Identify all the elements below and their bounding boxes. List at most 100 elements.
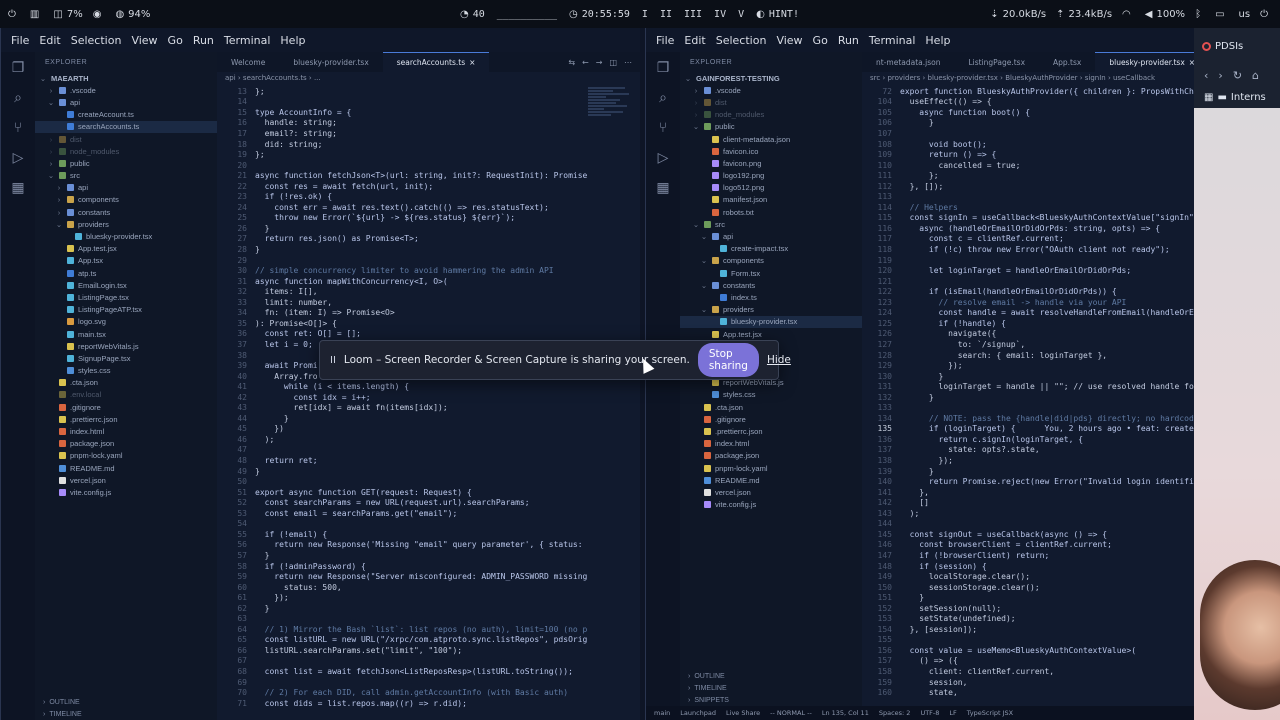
run-debug-icon[interactable]: ▷ (658, 150, 669, 166)
topbar-item[interactable]: ▭ (1215, 9, 1228, 20)
tree-item[interactable]: vite.config.js (680, 499, 862, 511)
tree-item[interactable]: EmailLogin.tsx (35, 279, 217, 291)
tree-item[interactable]: index.html (35, 425, 217, 437)
tree-item[interactable]: .gitignore (35, 401, 217, 413)
tree-item[interactable]: vite.config.js (35, 486, 217, 498)
extensions-icon[interactable]: ▦ (11, 180, 24, 196)
menu-item-help[interactable]: Help (925, 34, 950, 47)
tree-item[interactable]: App.tsx (35, 255, 217, 267)
status-item[interactable]: TypeScript JSX (967, 709, 1013, 717)
tree-item[interactable]: › .vscode (35, 84, 217, 96)
panel-outline[interactable]: › OUTLINE (680, 670, 862, 682)
topbar-item[interactable]: ⏻ (1260, 9, 1272, 20)
tree-item[interactable]: .prettierrc.json (35, 413, 217, 425)
tree-item[interactable]: bluesky-provider.tsx (35, 230, 217, 242)
menu-item-view[interactable]: View (131, 34, 157, 47)
topbar-item[interactable]: ◷ 20:55:59 (569, 9, 630, 20)
status-item[interactable]: Spaces: 2 (879, 709, 911, 717)
tree-item[interactable]: styles.css (680, 389, 862, 401)
tree-item[interactable]: reportWebVitals.js (35, 340, 217, 352)
tree-item[interactable]: › dist (680, 96, 862, 108)
files-icon[interactable]: ❐ (12, 60, 25, 76)
topbar-item[interactable]: ⇡ 23.4kB/s (1056, 9, 1112, 20)
tree-item[interactable]: styles.css (35, 365, 217, 377)
status-item[interactable]: UTF-8 (920, 709, 939, 717)
tree-item[interactable]: package.json (680, 450, 862, 462)
source-control-icon[interactable]: ⑂ (659, 120, 667, 136)
home-icon[interactable]: ⌂ (1252, 69, 1259, 82)
status-item[interactable]: LF (949, 709, 956, 717)
tree-item[interactable]: .env.local (35, 389, 217, 401)
topbar-item[interactable]: ◫ 7% (53, 9, 82, 20)
topbar-item[interactable]: ▥ (30, 9, 43, 20)
topbar-item[interactable]: ◍ 94% (115, 9, 150, 20)
menu-item-selection[interactable]: Selection (71, 34, 122, 47)
tree-item[interactable]: .gitignore (680, 413, 862, 425)
editor-tab[interactable]: nt-metadata.json (862, 52, 954, 72)
menu-item-file[interactable]: File (656, 34, 674, 47)
topbar-item[interactable]: V (738, 9, 744, 20)
browser-tab[interactable]: PDSIs (1194, 28, 1280, 64)
code-view[interactable]: 13}; 14 15 type AccountInfo = {16 handle: s… (217, 86, 640, 720)
tree-item[interactable]: › constants (35, 206, 217, 218)
tree-item[interactable]: ⌄ public (680, 121, 862, 133)
topbar-item[interactable]: ⇣ 20.0kB/s (990, 9, 1046, 20)
tree-item[interactable]: ⌄ api (35, 96, 217, 108)
topbar-item[interactable]: IV (714, 9, 726, 20)
tree-item[interactable]: ⌄ providers (680, 304, 862, 316)
menu-item-help[interactable]: Help (280, 34, 305, 47)
tree-item[interactable]: App.test.jsx (35, 243, 217, 255)
topbar-item[interactable]: ◠ (1122, 9, 1135, 20)
tree-item[interactable]: pnpm-lock.yaml (680, 462, 862, 474)
tree-item[interactable]: favicon.png (680, 157, 862, 169)
status-item[interactable]: Live Share (726, 709, 760, 717)
topbar-item[interactable]: I (642, 9, 648, 20)
menu-item-view[interactable]: View (776, 34, 802, 47)
editor-tab[interactable]: App.tsx (1039, 52, 1095, 72)
status-item[interactable]: Launchpad (680, 709, 716, 717)
webcam-bubble[interactable] (1200, 560, 1280, 710)
tree-item[interactable]: ListingPage.tsx (35, 291, 217, 303)
run-debug-icon[interactable]: ▷ (13, 150, 24, 166)
menu-item-go[interactable]: Go (168, 34, 183, 47)
explorer-root[interactable]: ⌄ MAEARTH (35, 72, 217, 84)
breadcrumb-right[interactable]: src › providers › bluesky-provider.tsx ›… (862, 72, 1195, 84)
bookmark-item[interactable]: ▦ ▬ Interns (1194, 86, 1280, 108)
topbar-item[interactable]: II (660, 9, 672, 20)
tree-item[interactable]: ⌄ providers (35, 218, 217, 230)
tree-item[interactable]: bluesky-provider.tsx (680, 315, 862, 328)
status-item[interactable]: Ln 135, Col 11 (822, 709, 869, 717)
files-icon[interactable]: ❐ (657, 60, 670, 76)
status-item[interactable]: main (654, 709, 670, 717)
tree-item[interactable]: manifest.json (680, 194, 862, 206)
tree-item[interactable]: ⌄ components (680, 255, 862, 267)
tree-item[interactable]: package.json (35, 438, 217, 450)
hide-button[interactable]: Hide (767, 354, 791, 366)
tree-item[interactable]: README.md (35, 462, 217, 474)
topbar-item[interactable]: ⏻ (8, 9, 20, 20)
menu-item-file[interactable]: File (11, 34, 29, 47)
topbar-item[interactable]: III (684, 9, 702, 20)
tree-item[interactable]: logo192.png (680, 170, 862, 182)
tree-item[interactable]: ListingPageATP.tsx (35, 304, 217, 316)
tree-item[interactable]: robots.txt (680, 206, 862, 218)
tree-item[interactable]: logo.svg (35, 316, 217, 328)
tree-item[interactable]: client-metadata.json (680, 133, 862, 145)
tree-item[interactable]: favicon.ico (680, 145, 862, 157)
editor-tab[interactable]: Welcome (217, 52, 279, 72)
menu-item-edit[interactable]: Edit (684, 34, 705, 47)
tree-item[interactable]: pnpm-lock.yaml (35, 450, 217, 462)
tree-item[interactable]: vercel.json (35, 474, 217, 486)
tree-item[interactable]: › node_modules (680, 109, 862, 121)
tree-item[interactable]: index.ts (680, 291, 862, 303)
tree-item[interactable]: › components (35, 194, 217, 206)
editor-tab[interactable]: searchAccounts.ts × (382, 52, 490, 72)
search-icon[interactable]: ⌕ (14, 90, 22, 106)
search-icon[interactable]: ⌕ (659, 90, 667, 106)
code-view-right[interactable]: 72 export function BlueskyAuthProvider({ … (862, 86, 1195, 706)
source-control-icon[interactable]: ⑂ (14, 120, 22, 136)
tree-item[interactable]: create-impact.tsx (680, 243, 862, 255)
editor-tab[interactable]: ListingPage.tsx (954, 52, 1039, 72)
split-icon[interactable]: ◫ (609, 58, 617, 67)
tree-item[interactable]: .prettierrc.json (680, 425, 862, 437)
